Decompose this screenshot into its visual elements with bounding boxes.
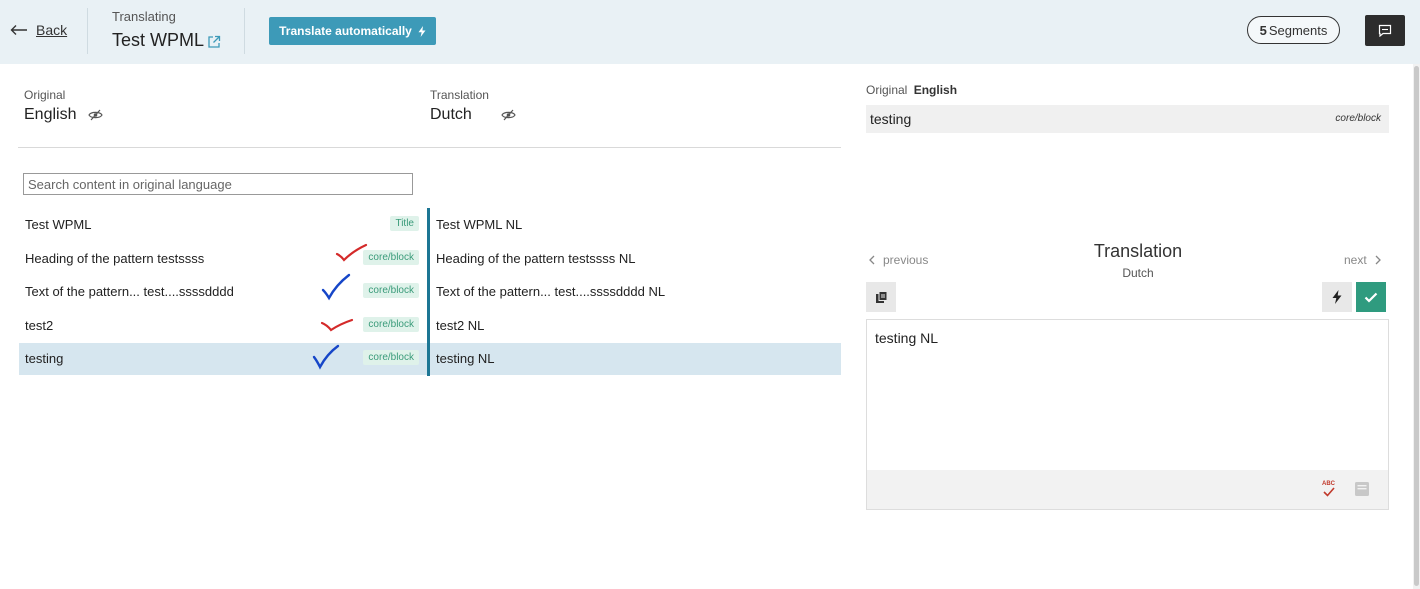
translation-language-label: Translation <box>430 88 489 102</box>
segment-divider <box>427 242 430 276</box>
comment-icon <box>1378 24 1392 37</box>
original-language-name: English <box>24 106 77 123</box>
original-tag: core/block <box>1335 113 1381 124</box>
copy-icon <box>875 290 887 303</box>
original-lang: English <box>913 83 958 97</box>
segment-translation: Text of the pattern... test....ssssdddd … <box>436 284 666 299</box>
blue-check-mark <box>312 344 340 370</box>
back-label: Back <box>36 22 68 38</box>
segments-badge[interactable]: 5 Segments <box>1247 16 1340 44</box>
lightning-icon <box>1332 290 1342 304</box>
chevron-left-icon <box>869 255 875 265</box>
segment-divider <box>427 309 430 343</box>
divider <box>244 8 245 54</box>
segment-type-badge: core/block <box>363 317 419 332</box>
segment-row[interactable]: Test WPML Title Test WPML NL <box>19 208 841 242</box>
spellcheck-icon[interactable]: ABC <box>1321 479 1337 499</box>
arrow-left-icon <box>10 25 27 35</box>
divider <box>87 8 88 54</box>
blue-check-mark <box>321 273 351 301</box>
glossary-icon[interactable] <box>1354 481 1370 497</box>
segment-original: test2 <box>25 318 54 333</box>
previous-button[interactable]: previous <box>869 253 928 267</box>
translation-language-name: Dutch <box>430 106 472 123</box>
red-check-mark <box>320 318 354 332</box>
previous-label: previous <box>883 253 929 267</box>
original-language-label: Original <box>24 88 66 102</box>
segment-translation: Test WPML NL <box>436 217 523 232</box>
segment-translation: testing NL <box>436 351 495 366</box>
chevron-right-icon <box>1375 255 1381 265</box>
segment-original: Test WPML <box>25 217 92 232</box>
segment-original: Text of the pattern... test....ssssdddd <box>25 284 234 299</box>
translate-automatically-label: Translate automatically <box>279 24 412 38</box>
eye-off-icon[interactable] <box>88 109 103 121</box>
search-input[interactable] <box>23 173 413 195</box>
translation-editor[interactable]: testing NL <box>866 319 1389 471</box>
confirm-translation-button[interactable] <box>1356 282 1386 312</box>
segment-divider <box>427 342 430 376</box>
external-link-icon[interactable] <box>207 35 221 49</box>
lightning-icon <box>418 25 426 37</box>
eye-off-icon[interactable] <box>501 109 516 121</box>
segment-divider <box>427 275 430 309</box>
segment-row[interactable]: Text of the pattern... test....ssssdddd … <box>19 275 841 309</box>
segment-original: Heading of the pattern testssss <box>25 251 205 266</box>
segment-type-badge: Title <box>390 216 419 231</box>
translation-text[interactable]: testing NL <box>875 330 938 346</box>
segment-type-badge: core/block <box>363 250 419 265</box>
page-title: Test WPML <box>112 30 221 51</box>
segment-divider <box>427 208 430 242</box>
segment-type-badge: core/block <box>363 350 419 365</box>
machine-translate-button[interactable] <box>1322 282 1352 312</box>
copy-original-button[interactable] <box>866 282 896 312</box>
segments-label: Segments <box>1268 22 1328 38</box>
translating-label: Translating <box>112 9 176 24</box>
scrollbar-thumb[interactable] <box>1414 66 1419 586</box>
original-label-text: Original <box>866 83 908 97</box>
segment-row-selected[interactable]: testing core/block testing NL <box>19 342 841 376</box>
translate-automatically-button[interactable]: Translate automatically <box>269 17 436 45</box>
back-button[interactable]: Back <box>10 22 67 38</box>
segment-translation: Heading of the pattern testssss NL <box>436 251 636 266</box>
original-label: Original English <box>866 83 957 97</box>
original-text-box: testing core/block <box>866 105 1389 133</box>
segment-row[interactable]: Heading of the pattern testssss core/blo… <box>19 242 841 276</box>
spellcheck-label: ABC <box>1322 481 1336 487</box>
red-check-mark <box>335 243 368 262</box>
translation-title: Translation <box>1093 241 1183 261</box>
divider <box>18 147 841 148</box>
next-label: next <box>1344 253 1367 267</box>
segment-row[interactable]: test2 core/block test2 NL <box>19 309 841 343</box>
next-button[interactable]: next <box>1344 253 1381 267</box>
segments-count: 5 <box>1259 22 1267 38</box>
segment-original: testing <box>25 351 64 366</box>
check-icon <box>1364 292 1378 303</box>
original-text: testing <box>870 111 912 127</box>
document-title: Test WPML <box>112 30 205 50</box>
segment-type-badge: core/block <box>363 283 419 298</box>
segment-translation: test2 NL <box>436 318 485 333</box>
comment-button[interactable] <box>1365 15 1405 46</box>
editor-toolbar <box>866 470 1389 510</box>
translation-lang: Dutch <box>1122 266 1154 280</box>
